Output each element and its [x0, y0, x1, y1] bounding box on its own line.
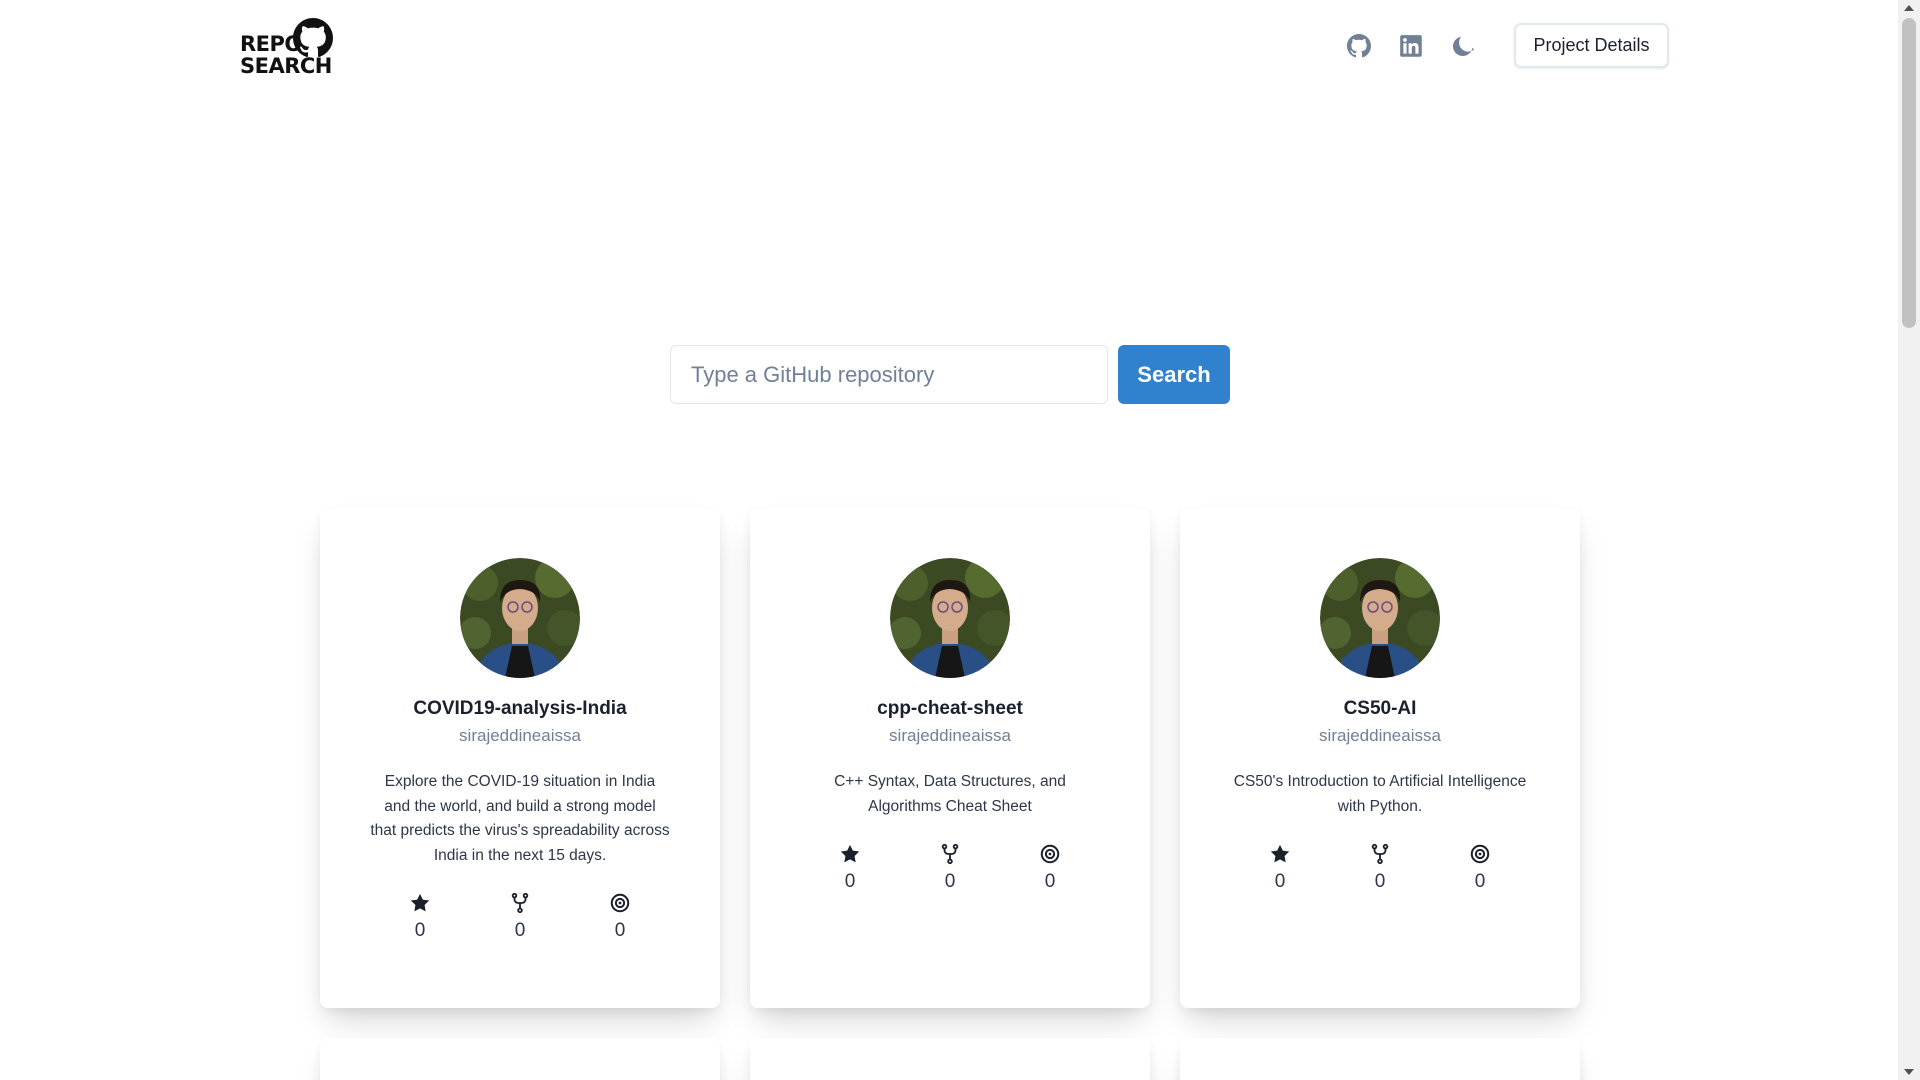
target-icon [1470, 844, 1490, 864]
repo-description: Explore the COVID-19 situation in India … [370, 773, 670, 864]
watchers-stat: 0 [1460, 843, 1500, 893]
owner-avatar [460, 558, 580, 678]
watchers-stat: 0 [1030, 843, 1070, 893]
linkedin-icon[interactable] [1398, 33, 1424, 59]
repo-stats: 0 0 0 [400, 892, 640, 942]
repo-description: CS50's Introduction to Artificial Intell… [1233, 773, 1527, 815]
stars-count: 0 [1274, 871, 1286, 892]
header-icon-group [1346, 30, 1476, 62]
search-button[interactable]: Search [1118, 345, 1230, 404]
page-scrollbar[interactable] [1898, 0, 1920, 1080]
owner-avatar [1320, 558, 1440, 678]
repo-owner: sirajeddineaissa [459, 726, 581, 745]
star-icon [1270, 844, 1290, 863]
repo-owner: sirajeddineaissa [889, 726, 1011, 745]
project-details-button[interactable]: Project Details [1514, 23, 1669, 68]
scroll-down-arrow-icon[interactable] [1904, 1069, 1914, 1075]
stars-count: 0 [414, 920, 426, 941]
repo-search-logo[interactable]: REPO SEARCH [240, 18, 333, 78]
repo-card[interactable] [1180, 1038, 1580, 1080]
repo-card[interactable]: COVID19-analysis-India sirajeddineaissa … [320, 508, 720, 1008]
owner-avatar [890, 558, 1010, 678]
star-icon [410, 893, 430, 912]
stars-stat: 0 [400, 892, 440, 942]
stars-stat: 0 [830, 843, 870, 893]
scroll-up-arrow-icon[interactable] [1904, 5, 1914, 11]
watchers-count: 0 [614, 920, 626, 941]
repo-description: C++ Syntax, Data Structures, and Algorit… [834, 773, 1066, 815]
stars-stat: 0 [1260, 843, 1300, 893]
github-icon[interactable] [1346, 33, 1372, 59]
repo-name[interactable]: CS50-AI [1180, 698, 1580, 720]
forks-stat: 0 [930, 843, 970, 893]
repo-stats: 0 0 0 [1260, 843, 1500, 893]
scrollbar-thumb[interactable] [1902, 18, 1916, 328]
fork-icon [511, 892, 529, 914]
stars-count: 0 [844, 871, 856, 892]
top-navbar: REPO SEARCH Project Details [0, 0, 1898, 100]
forks-count: 0 [1374, 871, 1386, 892]
watchers-count: 0 [1474, 871, 1486, 892]
watchers-count: 0 [1044, 871, 1056, 892]
repo-card[interactable] [750, 1038, 1150, 1080]
repository-search-input[interactable] [670, 345, 1108, 404]
forks-stat: 0 [1360, 843, 1400, 893]
forks-stat: 0 [500, 892, 540, 942]
moon-icon[interactable] [1450, 33, 1476, 59]
github-octocat-icon [293, 18, 333, 58]
star-icon [840, 844, 860, 863]
search-bar: Search [670, 345, 1230, 404]
forks-count: 0 [944, 871, 956, 892]
logo-line-2: SEARCH [240, 54, 332, 78]
repo-card[interactable] [320, 1038, 720, 1080]
repo-name[interactable]: cpp-cheat-sheet [750, 698, 1150, 720]
repo-card[interactable]: CS50-AI sirajeddineaissa CS50's Introduc… [1180, 508, 1580, 1008]
fork-icon [941, 843, 959, 865]
target-icon [610, 893, 630, 913]
target-icon [1040, 844, 1060, 864]
watchers-stat: 0 [600, 892, 640, 942]
repository-card-grid: COVID19-analysis-India sirajeddineaissa … [320, 508, 1580, 1080]
repo-name[interactable]: COVID19-analysis-India [320, 698, 720, 720]
fork-icon [1371, 843, 1389, 865]
repo-stats: 0 0 0 [830, 843, 1070, 893]
forks-count: 0 [514, 920, 526, 941]
repo-card[interactable]: cpp-cheat-sheet sirajeddineaissa C++ Syn… [750, 508, 1150, 1008]
repo-owner: sirajeddineaissa [1319, 726, 1441, 745]
